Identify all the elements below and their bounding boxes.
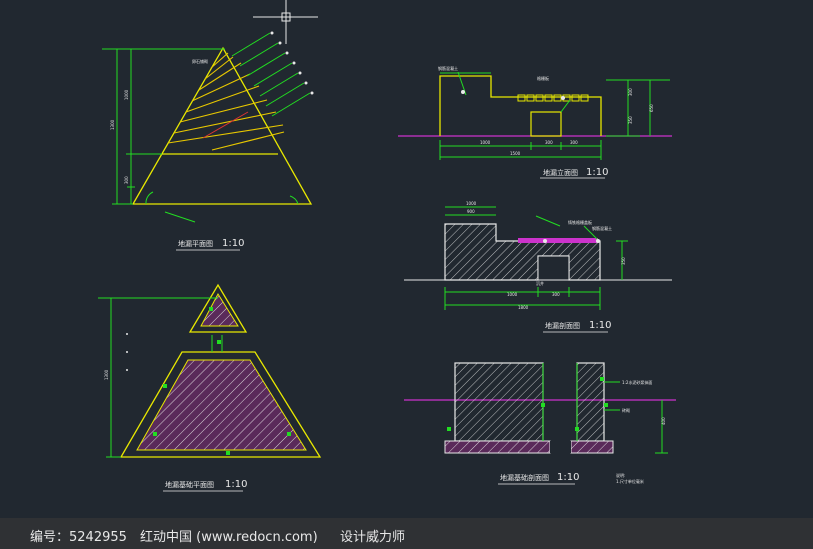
section-title: 地漏剖面图 — [545, 321, 580, 330]
bottom-plan-scale: 1:10 — [225, 479, 247, 490]
bottom-plan-drawing: 1300 — [98, 283, 322, 458]
svg-text:1000: 1000 — [507, 292, 518, 297]
elevation-drawing: 1000 1500 300 300 300 350 650 钢筋混凝土 格栅板 — [398, 65, 672, 160]
foundation-section-title: 地漏基础剖面图 — [500, 473, 549, 482]
bottom-plan-title: 地漏基础平面图 — [165, 480, 214, 489]
svg-text:砖砌: 砖砌 — [622, 407, 630, 413]
svg-text:格栅板: 格栅板 — [537, 75, 549, 81]
plan-view-title: 地漏平面图 — [178, 239, 213, 248]
plan-view-scale: 1:10 — [222, 238, 244, 249]
svg-text:1300: 1300 — [110, 119, 115, 130]
svg-text:钢筋混凝土: 钢筋混凝土 — [592, 225, 612, 231]
svg-text:400: 400 — [661, 417, 666, 425]
foundation-section-scale: 1:10 — [557, 472, 579, 483]
svg-text:1000: 1000 — [466, 201, 477, 206]
section-scale: 1:10 — [589, 320, 611, 331]
svg-text:1.尺寸单位毫米: 1.尺寸单位毫米 — [616, 478, 644, 484]
svg-text:300: 300 — [552, 292, 560, 297]
svg-text:650: 650 — [649, 104, 654, 112]
svg-text:300: 300 — [124, 176, 129, 184]
svg-text:1300: 1300 — [104, 369, 109, 380]
svg-text:1000: 1000 — [480, 140, 491, 145]
svg-text:1:2水泥砂浆抹面: 1:2水泥砂浆抹面 — [622, 379, 652, 385]
svg-text:铸铁格栅盖板: 铸铁格栅盖板 — [568, 219, 592, 225]
footer-id-label: 编号：5242955 — [30, 530, 127, 545]
svg-text:300: 300 — [628, 88, 633, 96]
watermark-footer: 编号：5242955 红动中国 (www.redocn.com) 设计威力师 — [0, 518, 813, 549]
svg-text:1800: 1800 — [518, 305, 529, 310]
plan-view-drawing: 1300 1000 300 卵石铺砌 — [102, 31, 314, 223]
svg-text:钢筋混凝土: 钢筋混凝土 — [438, 65, 458, 71]
elevation-scale: 1:10 — [586, 167, 608, 178]
foundation-section-drawing: 1:2水泥砂浆抹面 砖砌 400 说明: 1.尺寸单位毫米 — [404, 362, 676, 484]
svg-text:300: 300 — [545, 140, 553, 145]
cad-drawing-canvas: 1300 1000 300 卵石铺砌 地漏平面图 1:10 1300 地漏基础平… — [0, 0, 813, 549]
svg-text:1000: 1000 — [124, 89, 129, 100]
footer-site-label[interactable]: 红动中国 (www.redocn.com) — [140, 526, 318, 545]
elevation-title: 地漏立面图 — [543, 168, 578, 177]
section-drawing: 1000 900 1000 300 1800 350 铸铁格栅盖板 钢筋混凝土 沉井 — [404, 201, 672, 310]
svg-text:350: 350 — [621, 257, 626, 265]
svg-text:300: 300 — [570, 140, 578, 145]
svg-text:沉井: 沉井 — [536, 280, 544, 286]
cad-drawing: 1300 1000 300 卵石铺砌 地漏平面图 1:10 1300 地漏基础平… — [98, 0, 676, 492]
footer-designer-label: 设计威力师 — [340, 530, 406, 545]
svg-text:卵石铺砌: 卵石铺砌 — [192, 58, 208, 64]
svg-text:350: 350 — [628, 116, 633, 124]
svg-text:900: 900 — [467, 209, 475, 214]
svg-text:说明:: 说明: — [616, 472, 625, 478]
svg-text:1500: 1500 — [510, 151, 521, 156]
